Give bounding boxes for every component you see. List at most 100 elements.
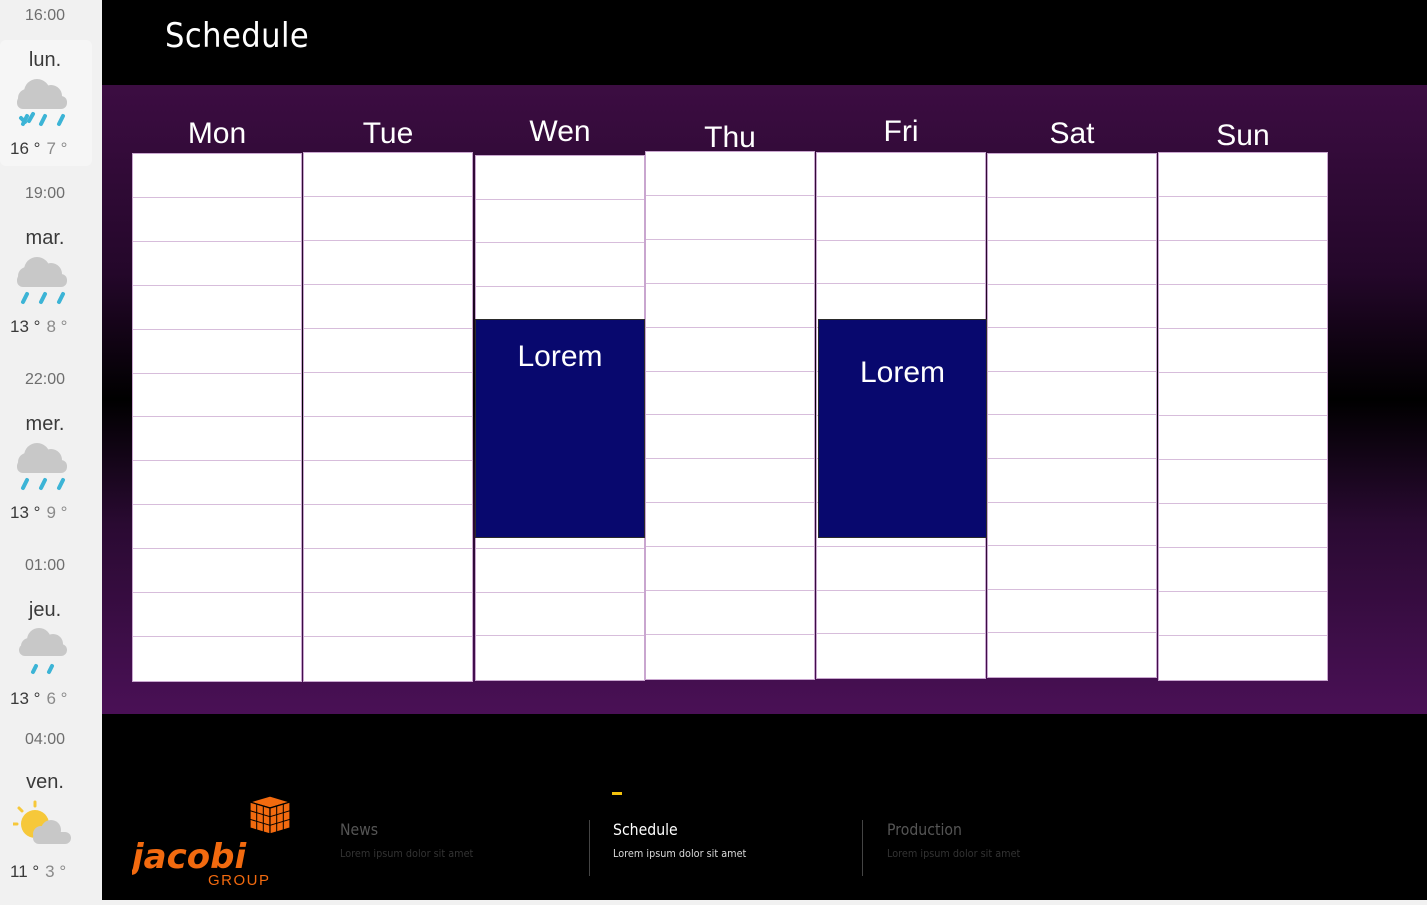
time-slot[interactable] xyxy=(304,417,472,461)
header: Schedule xyxy=(102,0,1427,85)
jacobi-logo: jacobi GROUP xyxy=(132,796,293,886)
day-grid[interactable] xyxy=(132,153,302,682)
day-header: Thu xyxy=(704,121,756,154)
day-grid[interactable] xyxy=(987,153,1157,678)
time-slot[interactable] xyxy=(133,461,301,506)
time-slot[interactable] xyxy=(988,546,1156,590)
weather-day: jeu. xyxy=(28,599,62,621)
time-slot[interactable] xyxy=(646,372,814,416)
time-slot[interactable] xyxy=(304,373,472,417)
time-slot[interactable] xyxy=(1159,460,1327,505)
time-slot[interactable] xyxy=(1159,197,1327,241)
weather-time: 16:00 xyxy=(24,7,66,24)
time-slot[interactable] xyxy=(304,461,472,505)
time-slot[interactable] xyxy=(988,590,1156,634)
time-slot[interactable] xyxy=(817,591,985,635)
footer-nav: jacobi GROUP News Lorem ipsum dolor sit … xyxy=(102,714,1427,900)
nav-title: Schedule xyxy=(613,820,678,839)
day-grid[interactable] xyxy=(645,151,815,680)
time-slot[interactable] xyxy=(304,505,472,549)
weather-high: 11 ° xyxy=(10,862,40,881)
time-slot[interactable] xyxy=(646,415,814,460)
time-slot[interactable] xyxy=(1159,373,1327,417)
time-slot[interactable] xyxy=(988,372,1156,416)
time-slot[interactable] xyxy=(304,241,472,285)
time-slot[interactable] xyxy=(133,374,301,418)
nav-item-news[interactable]: News Lorem ipsum dolor sit amet xyxy=(340,820,580,860)
time-slot[interactable] xyxy=(646,328,814,372)
time-slot[interactable] xyxy=(133,198,301,242)
time-slot[interactable] xyxy=(817,634,985,678)
partly-sunny-icon xyxy=(13,800,71,844)
time-slot[interactable] xyxy=(817,547,985,591)
time-slot[interactable] xyxy=(646,284,814,328)
time-slot[interactable] xyxy=(988,459,1156,503)
time-slot[interactable] xyxy=(133,593,301,637)
time-slot[interactable] xyxy=(476,549,644,593)
weather-slot: 22:00 mer. 13 ° 9 ° xyxy=(0,356,102,542)
time-slot[interactable] xyxy=(133,330,301,374)
time-slot[interactable] xyxy=(133,549,301,594)
time-slot[interactable] xyxy=(988,198,1156,242)
time-slot[interactable] xyxy=(304,637,472,681)
time-slot[interactable] xyxy=(1159,153,1327,197)
time-slot[interactable] xyxy=(817,197,985,241)
day-grid[interactable] xyxy=(303,152,473,682)
time-slot[interactable] xyxy=(304,197,472,241)
time-slot[interactable] xyxy=(133,505,301,550)
bottom-strip xyxy=(102,900,1427,905)
time-slot[interactable] xyxy=(988,154,1156,198)
calendar-event[interactable]: Lorem xyxy=(475,319,645,538)
time-slot[interactable] xyxy=(646,459,814,504)
time-slot[interactable] xyxy=(988,241,1156,285)
time-slot[interactable] xyxy=(646,240,814,284)
time-slot[interactable] xyxy=(133,637,301,681)
time-slot[interactable] xyxy=(133,286,301,330)
time-slot[interactable] xyxy=(1159,548,1327,593)
time-slot[interactable] xyxy=(133,417,301,462)
weather-temps: 13 ° 8 ° xyxy=(10,317,67,337)
weather-slot: 04:00 ven. 11 ° 3 ° xyxy=(0,714,102,900)
time-slot[interactable] xyxy=(133,242,301,286)
nav-item-production[interactable]: Production Lorem ipsum dolor sit amet xyxy=(887,820,1127,860)
time-slot[interactable] xyxy=(1159,592,1327,636)
time-slot[interactable] xyxy=(304,549,472,593)
time-slot[interactable] xyxy=(476,636,644,680)
time-slot[interactable] xyxy=(646,635,814,679)
time-slot[interactable] xyxy=(988,503,1156,547)
time-slot[interactable] xyxy=(646,152,814,196)
time-slot[interactable] xyxy=(1159,416,1327,461)
weather-low: 8 ° xyxy=(46,317,68,336)
time-slot[interactable] xyxy=(988,328,1156,372)
time-slot[interactable] xyxy=(304,329,472,373)
day-grid[interactable] xyxy=(1158,152,1328,681)
time-slot[interactable] xyxy=(304,285,472,329)
time-slot[interactable] xyxy=(1159,504,1327,549)
weather-day: ven. xyxy=(26,771,64,793)
weather-temps: 16 ° 7 ° xyxy=(10,139,67,159)
active-tab-indicator xyxy=(612,792,622,795)
time-slot[interactable] xyxy=(646,547,814,592)
time-slot[interactable] xyxy=(817,241,985,285)
time-slot[interactable] xyxy=(304,153,472,197)
time-slot[interactable] xyxy=(1159,241,1327,285)
time-slot[interactable] xyxy=(988,633,1156,677)
time-slot[interactable] xyxy=(988,415,1156,460)
time-slot[interactable] xyxy=(646,196,814,240)
time-slot[interactable] xyxy=(988,285,1156,329)
time-slot[interactable] xyxy=(476,243,644,287)
time-slot[interactable] xyxy=(304,593,472,637)
time-slot[interactable] xyxy=(133,154,301,198)
time-slot[interactable] xyxy=(1159,636,1327,680)
time-slot[interactable] xyxy=(1159,285,1327,329)
time-slot[interactable] xyxy=(817,153,985,197)
time-slot[interactable] xyxy=(476,156,644,200)
time-slot[interactable] xyxy=(646,591,814,635)
calendar-event[interactable]: Lorem xyxy=(818,319,987,538)
day-header: Sun xyxy=(1216,119,1270,152)
time-slot[interactable] xyxy=(476,593,644,637)
nav-item-schedule[interactable]: Schedule Lorem ipsum dolor sit amet xyxy=(613,820,853,860)
time-slot[interactable] xyxy=(646,503,814,548)
time-slot[interactable] xyxy=(1159,329,1327,373)
time-slot[interactable] xyxy=(476,200,644,244)
